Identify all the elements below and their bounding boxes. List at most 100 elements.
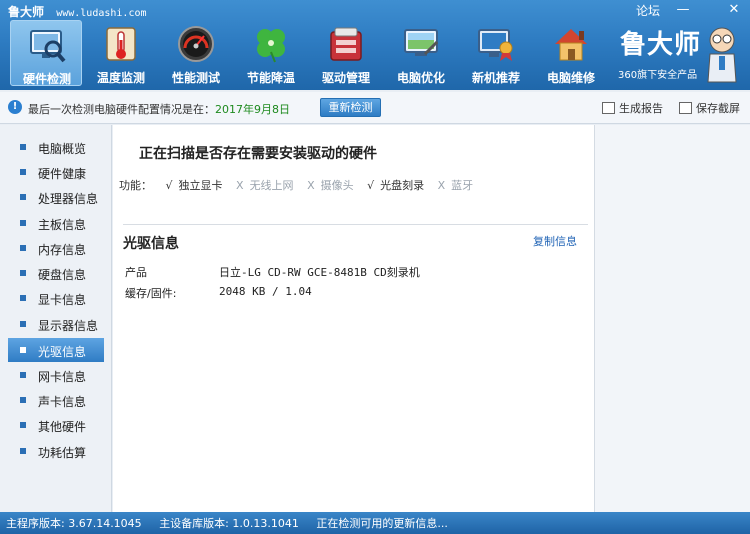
- copy-info-link[interactable]: 复制信息: [533, 233, 577, 249]
- sidebar-item-label: 内存信息: [38, 243, 87, 257]
- right-panel: [594, 125, 750, 512]
- function-item: X 无线上网: [236, 179, 294, 192]
- bullet-icon: [20, 270, 26, 276]
- save-screenshot-button[interactable]: 保存截屏: [679, 100, 740, 116]
- house-wrench-icon: [555, 29, 587, 61]
- bullet-icon: [20, 321, 26, 327]
- sidebar-item-label: 显示器信息: [38, 319, 99, 333]
- sidebar-item-label: 显卡信息: [38, 293, 87, 307]
- sidebar-item-memory[interactable]: 内存信息: [8, 236, 104, 260]
- device-db-version: 主设备库版本: 1.0.13.1041: [159, 517, 299, 530]
- function-item: X 摄像头: [307, 179, 354, 192]
- mascot-icon: [707, 27, 737, 83]
- recheck-button[interactable]: 重新检测: [320, 98, 381, 117]
- main-nav: 硬件检测 温度监测 性能测试 节能降温 驱动管理 电脑优化 新机推荐 电脑维修: [10, 20, 595, 90]
- sidebar-item-label: 处理器信息: [38, 192, 99, 206]
- info-bar: ! 最后一次检测电脑硬件配置情况是在：2017年9月8日 重新检测 生成报告 保…: [0, 92, 750, 124]
- function-name: 蓝牙: [451, 179, 474, 192]
- nav-label: 电脑维修: [546, 71, 595, 85]
- nav-label: 性能测试: [171, 71, 220, 85]
- app-name: 鲁大师: [8, 5, 45, 19]
- thermometer-icon: [106, 27, 136, 61]
- sidebar-item-network[interactable]: 网卡信息: [8, 363, 104, 387]
- sidebar-item-overview[interactable]: 电脑概览: [8, 135, 104, 159]
- bullet-icon: [20, 144, 26, 150]
- sidebar-item-disk[interactable]: 硬盘信息: [8, 261, 104, 285]
- section-title: 光驱信息: [123, 236, 179, 252]
- close-button[interactable]: ✕: [724, 2, 744, 18]
- sidebar-item-cpu[interactable]: 处理器信息: [8, 185, 104, 209]
- optimize-screen-icon: [404, 29, 439, 56]
- sidebar-item-label: 硬件健康: [38, 167, 87, 181]
- nav-energy-saving[interactable]: 节能降温: [235, 20, 307, 86]
- function-item: √ 独立显卡: [166, 179, 223, 192]
- nav-label: 电脑优化: [396, 71, 445, 85]
- cross-mark-icon: X: [437, 179, 446, 192]
- sidebar-item-health[interactable]: 硬件健康: [8, 160, 104, 184]
- bullet-icon: [20, 422, 26, 428]
- forum-link[interactable]: 论坛: [636, 2, 660, 19]
- nav-repair[interactable]: 电脑维修: [535, 20, 607, 86]
- info-icon: !: [8, 100, 22, 114]
- function-label: 功能：: [119, 179, 152, 192]
- generate-report-label: 生成报告: [619, 102, 663, 115]
- sidebar-item-optical[interactable]: 光驱信息: [8, 338, 104, 362]
- driver-box-icon: [330, 27, 362, 61]
- sidebar-item-label: 主板信息: [38, 218, 87, 232]
- sidebar: 电脑概览 硬件健康 处理器信息 主板信息 内存信息 硬盘信息 显卡信息 显示器信…: [0, 125, 112, 512]
- bullet-icon: [20, 347, 26, 353]
- check-mark-icon: √: [367, 179, 375, 192]
- nav-label: 驱动管理: [321, 71, 370, 85]
- function-name: 无线上网: [249, 179, 294, 192]
- bullet-icon: [20, 220, 26, 226]
- sidebar-item-label: 其他硬件: [38, 420, 87, 434]
- program-version: 主程序版本: 3.67.14.1045: [6, 517, 142, 530]
- minimize-button[interactable]: —: [673, 2, 693, 18]
- nav-new-pc[interactable]: 新机推荐: [460, 20, 532, 86]
- bullet-icon: [20, 169, 26, 175]
- last-check-text: 最后一次检测电脑硬件配置情况是在：2017年9月8日: [28, 101, 290, 117]
- product-value: 日立-LG CD-RW GCE-8481B CD刻录机: [219, 266, 420, 279]
- sidebar-item-gpu[interactable]: 显卡信息: [8, 286, 104, 310]
- sidebar-item-label: 功耗估算: [38, 446, 87, 460]
- app-title: 鲁大师 www.ludashi.com: [8, 3, 147, 20]
- update-status: 正在检测可用的更新信息...: [316, 517, 448, 530]
- function-name: 独立显卡: [178, 179, 223, 192]
- sidebar-item-other[interactable]: 其他硬件: [8, 413, 104, 437]
- nav-temperature[interactable]: 温度监测: [85, 20, 157, 86]
- bullet-icon: [20, 372, 26, 378]
- function-name: 摄像头: [320, 179, 354, 192]
- monitor-magnifier-icon: [30, 30, 66, 63]
- sidebar-item-monitor[interactable]: 显示器信息: [8, 312, 104, 336]
- nav-label: 温度监测: [96, 71, 145, 85]
- nav-driver-management[interactable]: 驱动管理: [310, 20, 382, 86]
- status-bar: 主程序版本: 3.67.14.1045 主设备库版本: 1.0.13.1041 …: [0, 512, 750, 534]
- award-monitor-icon: [478, 29, 513, 61]
- product-label: 产品: [125, 266, 147, 279]
- sidebar-item-power[interactable]: 功耗估算: [8, 439, 104, 463]
- cache-firmware-label: 缓存/固件:: [125, 287, 177, 300]
- nav-performance[interactable]: 性能测试: [160, 20, 232, 86]
- sidebar-item-motherboard[interactable]: 主板信息: [8, 211, 104, 235]
- sidebar-item-sound[interactable]: 声卡信息: [8, 388, 104, 412]
- cache-firmware-value: 2048 KB / 1.04: [219, 285, 312, 298]
- sidebar-item-label: 光驱信息: [38, 345, 87, 359]
- main-panel: 正在扫描是否存在需要安装驱动的硬件 功能： √ 独立显卡 X 无线上网 X 摄像头 √…: [113, 125, 594, 512]
- generate-report-button[interactable]: 生成报告: [602, 100, 663, 116]
- nav-label: 新机推荐: [471, 71, 520, 85]
- status-text: 主程序版本: 3.67.14.1045 主设备库版本: 1.0.13.1041 …: [6, 515, 462, 531]
- nav-hardware-check[interactable]: 硬件检测: [10, 20, 82, 86]
- check-mark-icon: √: [165, 179, 173, 192]
- divider: [123, 224, 588, 225]
- clover-icon: [257, 29, 285, 63]
- cross-mark-icon: X: [236, 179, 244, 192]
- last-check-date: 2017年9月8日: [215, 103, 290, 116]
- bullet-icon: [20, 194, 26, 200]
- brand-name: 鲁大师: [620, 30, 702, 60]
- bullet-icon: [20, 448, 26, 454]
- brand-logo: 鲁大师 360旗下安全产品: [610, 22, 745, 86]
- scan-title: 正在扫描是否存在需要安装驱动的硬件: [139, 146, 377, 162]
- sidebar-item-label: 硬盘信息: [38, 268, 87, 282]
- sidebar-item-label: 声卡信息: [38, 395, 87, 409]
- nav-optimization[interactable]: 电脑优化: [385, 20, 457, 86]
